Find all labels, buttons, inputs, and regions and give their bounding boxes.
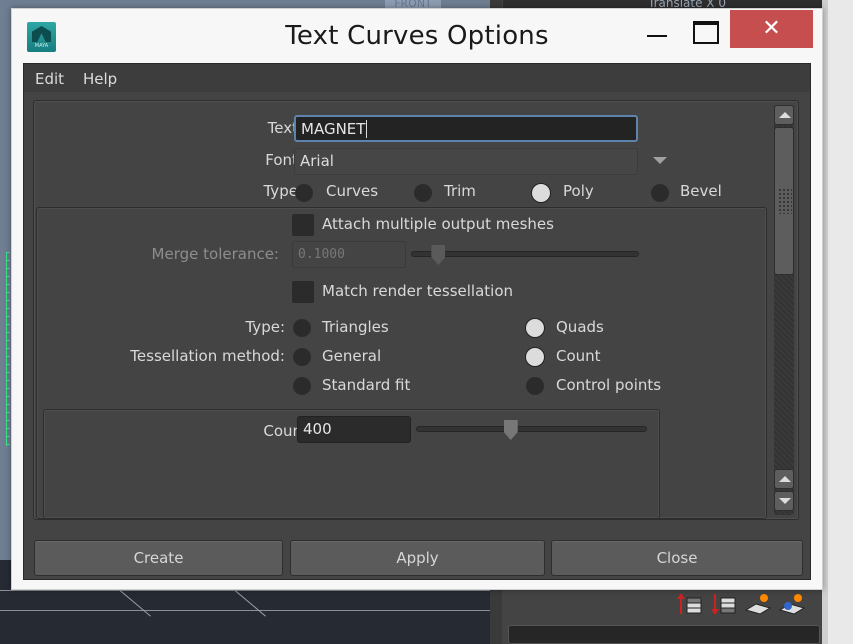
grid-line: [234, 590, 266, 617]
match-render-label[interactable]: Match render tessellation: [322, 282, 513, 300]
scroll-up-button[interactable]: [774, 105, 794, 125]
count-subsection: Count: 400: [43, 409, 660, 519]
text-input[interactable]: MAGNET: [294, 115, 638, 142]
menu-edit[interactable]: Edit: [35, 70, 64, 88]
method-count-radio[interactable]: [526, 348, 544, 366]
poly-options-section: Attach multiple output meshes Merge tole…: [36, 207, 767, 519]
minimize-button[interactable]: [639, 9, 677, 47]
type-poly-label[interactable]: Poly: [563, 182, 594, 200]
count-slider-handle[interactable]: [503, 420, 518, 440]
method-general-radio[interactable]: [293, 348, 311, 366]
merge-tolerance-slider-handle[interactable]: [431, 245, 446, 265]
grid-line: [119, 590, 151, 617]
count-input[interactable]: 400: [297, 416, 411, 443]
type-poly-radio[interactable]: [532, 184, 550, 202]
poly-type-quads-label[interactable]: Quads: [556, 318, 604, 336]
type-curves-label[interactable]: Curves: [326, 182, 378, 200]
type-bevel-radio[interactable]: [651, 184, 669, 202]
dialog-body: Edit Help Text: MAGNET Font: Arial Type:…: [23, 63, 811, 580]
title-bar[interactable]: MAYA Text Curves Options ✕: [12, 9, 822, 65]
scroll-step-up-button[interactable]: [774, 469, 794, 489]
method-general-label[interactable]: General: [322, 347, 381, 365]
poly-type-triangles-label[interactable]: Triangles: [322, 318, 389, 336]
merge-tolerance-label: Merge tolerance:: [151, 245, 279, 263]
method-standard-fit-radio[interactable]: [293, 377, 311, 395]
method-count-label[interactable]: Count: [556, 347, 601, 365]
layer-toolbar: [676, 592, 806, 616]
arrow-down-icon: [779, 498, 791, 504]
font-dropdown-value: Arial: [300, 152, 334, 170]
options-scroll-area: Text: MAGNET Font: Arial Type: Curves Tr…: [33, 100, 799, 520]
maximize-button[interactable]: [686, 9, 724, 47]
create-button[interactable]: Create: [34, 540, 283, 576]
type-trim-radio[interactable]: [414, 184, 432, 202]
side-strip: [822, 0, 853, 644]
font-dropdown[interactable]: Arial: [294, 148, 638, 175]
grid-line: [0, 590, 490, 591]
scrollbar-thumb[interactable]: [774, 127, 794, 275]
layer-list[interactable]: [508, 625, 820, 644]
grid-line: [0, 610, 490, 611]
viewport-ruler: [6, 252, 10, 446]
font-dropdown-arrow-icon[interactable]: [653, 157, 667, 164]
type-curves-radio[interactable]: [295, 184, 313, 202]
method-control-points-label[interactable]: Control points: [556, 376, 661, 394]
method-control-points-radio[interactable]: [526, 377, 544, 395]
type-trim-label[interactable]: Trim: [444, 182, 476, 200]
text-cursor: [366, 120, 368, 138]
menu-help[interactable]: Help: [83, 70, 117, 88]
match-render-checkbox[interactable]: [292, 281, 314, 303]
poly-type-quads-radio[interactable]: [526, 319, 544, 337]
merge-tolerance-input[interactable]: 0.1000: [292, 241, 406, 268]
apply-button[interactable]: Apply: [290, 540, 545, 576]
scroll-down-button[interactable]: [774, 491, 794, 511]
move-layer-up-icon[interactable]: [676, 592, 704, 616]
text-curves-options-dialog: MAYA Text Curves Options ✕ Edit Help Tex…: [11, 8, 823, 590]
new-layer-icon[interactable]: [744, 592, 772, 616]
tessellation-method-label: Tessellation method:: [130, 347, 285, 365]
close-window-button[interactable]: ✕: [730, 10, 813, 48]
move-layer-down-icon[interactable]: [710, 592, 738, 616]
count-slider[interactable]: [416, 426, 647, 432]
method-standard-fit-label[interactable]: Standard fit: [322, 376, 410, 394]
arrow-up-icon: [779, 112, 791, 118]
close-button[interactable]: Close: [551, 540, 803, 576]
menu-bar: Edit Help: [24, 64, 810, 92]
grip-icon: [778, 188, 792, 214]
attach-multiple-label[interactable]: Attach multiple output meshes: [322, 215, 554, 233]
poly-type-label: Type:: [245, 318, 285, 336]
type-bevel-label[interactable]: Bevel: [680, 182, 722, 200]
text-input-value: MAGNET: [301, 120, 366, 138]
attach-multiple-checkbox[interactable]: [292, 214, 314, 236]
vertical-scrollbar[interactable]: [774, 105, 794, 515]
new-layer-selected-icon[interactable]: [778, 592, 806, 616]
poly-type-triangles-radio[interactable]: [293, 319, 311, 337]
arrow-up-icon: [779, 476, 791, 482]
